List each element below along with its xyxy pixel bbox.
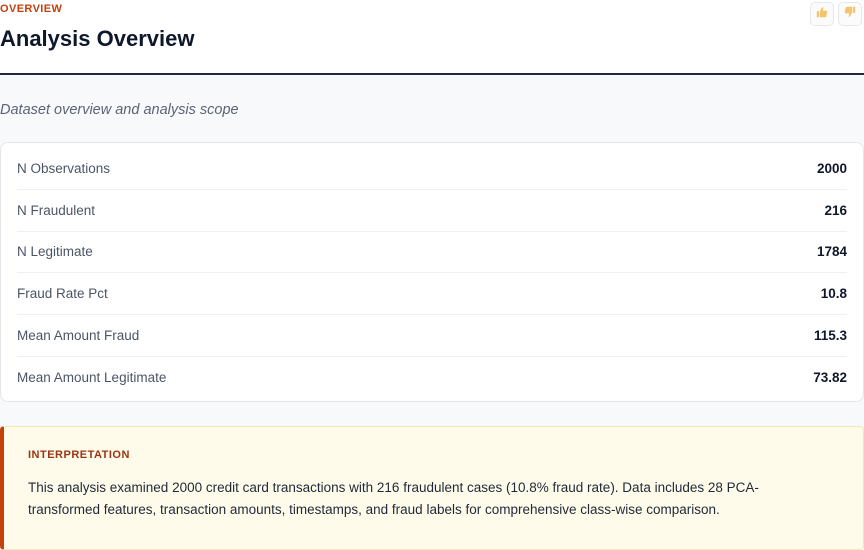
stat-row: Mean Amount Legitimate 73.82 bbox=[17, 357, 847, 399]
thumbs-down-icon bbox=[843, 5, 857, 24]
stat-value: 73.82 bbox=[813, 370, 847, 386]
thumbs-up-icon bbox=[815, 5, 829, 24]
stat-label: N Fraudulent bbox=[17, 202, 96, 218]
interpretation-heading: INTERPRETATION bbox=[28, 449, 130, 461]
stat-value: 115.3 bbox=[813, 328, 847, 344]
stat-value: 10.8 bbox=[820, 286, 847, 302]
stats-card: N Observations 2000 N Fraudulent 216 N L… bbox=[0, 142, 864, 402]
stat-row: N Observations 2000 bbox=[17, 148, 847, 190]
section-subtitle: Dataset overview and analysis scope bbox=[0, 102, 239, 118]
stat-row: Fraud Rate Pct 10.8 bbox=[17, 273, 847, 316]
thumbs-down-button[interactable] bbox=[838, 2, 862, 26]
stat-value: 1784 bbox=[816, 244, 847, 260]
stat-value: 216 bbox=[824, 202, 847, 218]
section-eyebrow: OVERVIEW bbox=[0, 3, 63, 15]
stat-row: N Fraudulent 216 bbox=[17, 190, 847, 232]
stat-row: Mean Amount Fraud 115.3 bbox=[17, 315, 847, 357]
thumbs-up-button[interactable] bbox=[810, 2, 834, 26]
interpretation-text: This analysis examined 2000 credit card … bbox=[28, 480, 759, 517]
stat-value: 2000 bbox=[816, 160, 847, 176]
page-title: Analysis Overview bbox=[0, 26, 195, 51]
page-header: OVERVIEW Analysis Overview bbox=[0, 0, 864, 75]
stat-label: N Legitimate bbox=[17, 244, 93, 260]
stat-label: N Observations bbox=[17, 160, 111, 176]
interpretation-callout: INTERPRETATION This analysis examined 20… bbox=[0, 426, 864, 550]
stat-label: Mean Amount Fraud bbox=[17, 328, 140, 344]
stat-label: Mean Amount Legitimate bbox=[17, 370, 167, 386]
stat-row: N Legitimate 1784 bbox=[17, 232, 847, 274]
stat-label: Fraud Rate Pct bbox=[17, 286, 108, 302]
